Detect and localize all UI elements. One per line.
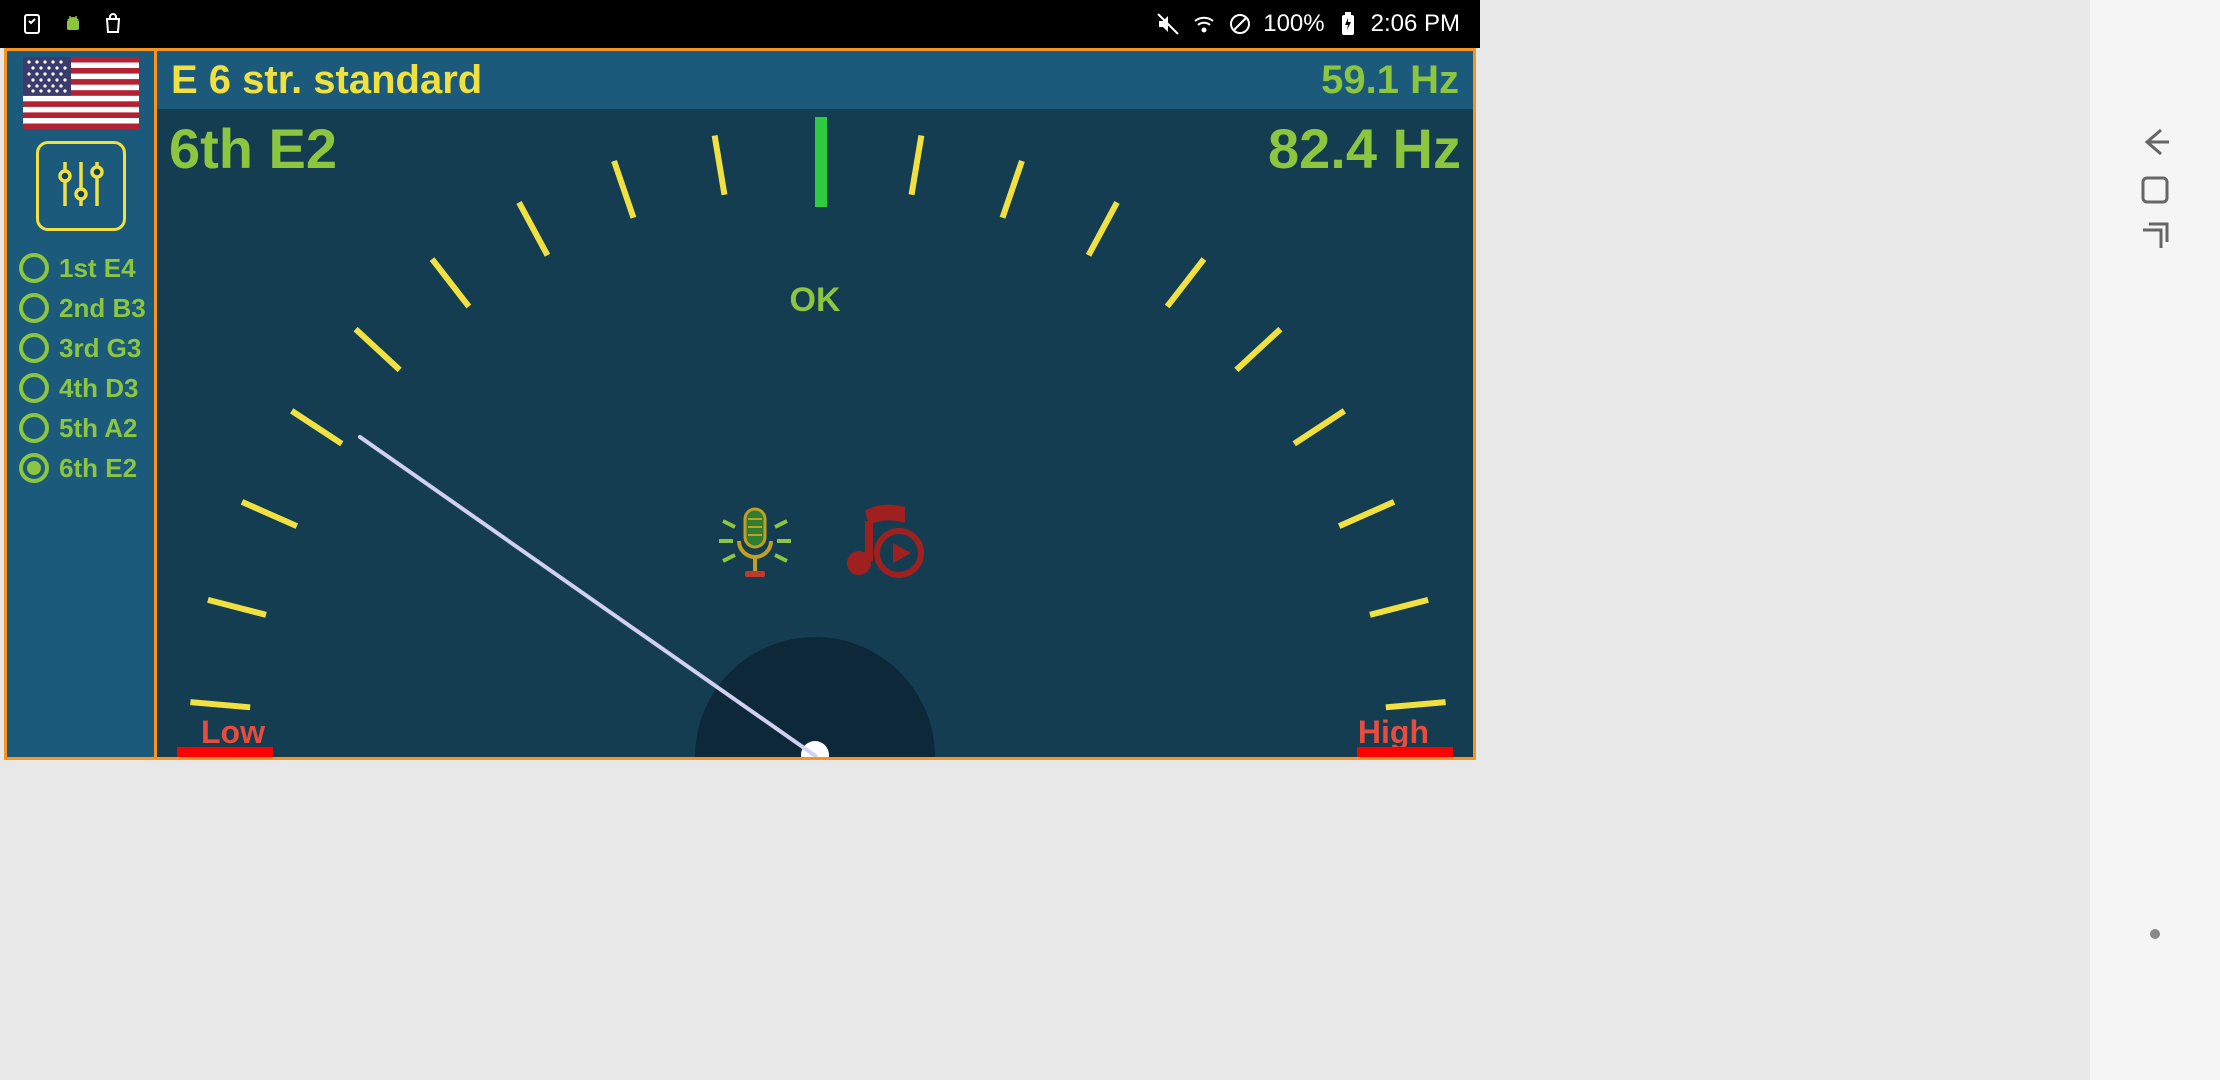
battery-charging-icon — [1335, 11, 1361, 37]
shopping-bag-icon — [100, 11, 126, 37]
home-button[interactable] — [2131, 168, 2179, 216]
tuning-name[interactable]: E 6 str. standard — [171, 58, 482, 103]
sidebar: 1st E4 2nd B3 3rd G3 4th D3 5th A2 6th E2 — [7, 51, 157, 757]
back-arrow-icon — [2135, 122, 2175, 167]
status-right-icons: 100% 2:06 PM — [1155, 10, 1460, 38]
off-app-letterbox — [0, 760, 1480, 1080]
gauge-tick — [207, 597, 267, 618]
radio-icon — [19, 253, 49, 283]
string-option-6[interactable]: 6th E2 — [19, 453, 154, 483]
string-label: 5th A2 — [59, 414, 138, 443]
gauge-tick — [290, 408, 343, 446]
string-option-4[interactable]: 4th D3 — [19, 373, 154, 403]
string-label: 6th E2 — [59, 454, 137, 483]
string-option-3[interactable]: 3rd G3 — [19, 333, 154, 363]
home-square-icon — [2137, 172, 2173, 213]
header-bar: E 6 str. standard 59.1 Hz — [157, 51, 1473, 109]
clock-time: 2:06 PM — [1371, 10, 1460, 38]
android-icon — [60, 11, 86, 37]
radio-icon — [19, 453, 49, 483]
gauge-tick — [241, 499, 298, 529]
ok-label: OK — [790, 281, 841, 320]
tuner-gauge: OK Low High — [157, 111, 1473, 757]
no-sim-icon — [1227, 11, 1253, 37]
gauge-tick — [611, 160, 636, 219]
flag-us[interactable] — [23, 57, 139, 129]
string-list: 1st E4 2nd B3 3rd G3 4th D3 5th A2 6th E2 — [7, 253, 154, 483]
radio-icon — [19, 293, 49, 323]
gauge-tick — [354, 327, 402, 372]
high-indicator-bar — [1357, 747, 1453, 757]
sliders-icon — [51, 154, 111, 219]
low-label: Low — [201, 714, 265, 751]
microphone-button[interactable] — [705, 491, 805, 596]
detected-frequency: 59.1 Hz — [1321, 58, 1459, 103]
recents-button[interactable] — [2131, 216, 2179, 264]
gauge-tick — [430, 257, 471, 308]
status-left-icons — [20, 11, 126, 37]
high-label: High — [1358, 714, 1429, 751]
string-option-2[interactable]: 2nd B3 — [19, 293, 154, 323]
mute-icon — [1155, 11, 1181, 37]
app-frame: 1st E4 2nd B3 3rd G3 4th D3 5th A2 6th E2 E 6… — [4, 48, 1476, 760]
gauge-tick-center — [815, 117, 827, 207]
wifi-icon — [1191, 11, 1217, 37]
gauge-tick — [1293, 408, 1346, 446]
checklist-icon — [20, 11, 46, 37]
string-label: 1st E4 — [59, 254, 136, 283]
battery-percent: 100% — [1263, 10, 1324, 38]
radio-icon — [19, 333, 49, 363]
low-indicator-bar — [177, 747, 273, 757]
string-label: 2nd B3 — [59, 294, 146, 323]
main-tuner: E 6 str. standard 59.1 Hz 6th E2 82.4 Hz… — [157, 51, 1473, 757]
gauge-tick — [1234, 327, 1282, 372]
system-navbar — [2090, 0, 2220, 1080]
radio-icon — [19, 373, 49, 403]
dot-icon — [2149, 927, 2161, 945]
settings-button[interactable] — [36, 141, 126, 231]
gauge-tick — [712, 135, 728, 195]
string-label: 4th D3 — [59, 374, 138, 403]
string-option-5[interactable]: 5th A2 — [19, 413, 154, 443]
gauge-tick — [516, 201, 550, 257]
status-bar: 100% 2:06 PM — [0, 0, 1480, 48]
play-tone-button[interactable] — [835, 491, 935, 596]
gauge-tick — [909, 135, 925, 195]
gauge-tick — [190, 699, 250, 710]
string-option-1[interactable]: 1st E4 — [19, 253, 154, 283]
string-label: 3rd G3 — [59, 334, 141, 363]
gauge-tick — [1338, 499, 1395, 529]
overflow-button[interactable] — [2131, 912, 2179, 960]
gauge-tick — [1086, 201, 1120, 257]
radio-icon — [19, 413, 49, 443]
back-button[interactable] — [2131, 120, 2179, 168]
gauge-tick — [1369, 597, 1429, 618]
gauge-tick — [1165, 257, 1206, 308]
gauge-tick — [1386, 699, 1446, 710]
gauge-tick — [1000, 160, 1025, 219]
recents-icon — [2135, 218, 2175, 263]
